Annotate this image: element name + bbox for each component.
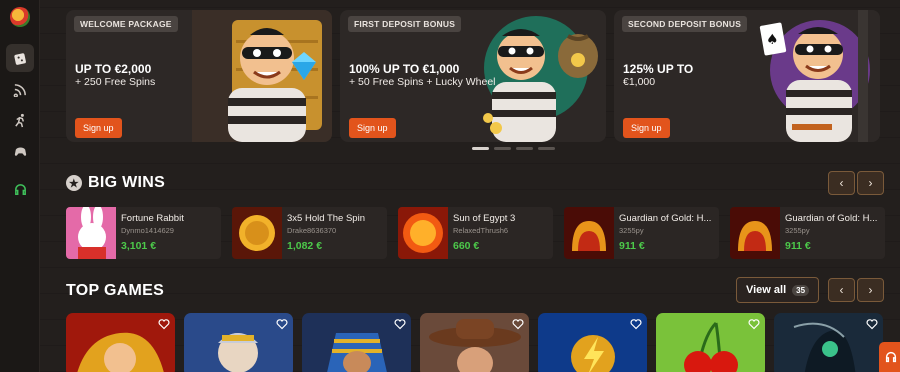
promo-tag: WELCOME PACKAGE bbox=[74, 16, 178, 32]
fortune-rabbit-thumbnail bbox=[66, 207, 116, 259]
headset-icon bbox=[885, 351, 897, 363]
big-win-card[interactable]: Sun of Egypt 3 RelaxedThrush6 660 € bbox=[398, 207, 553, 259]
carousel-dot[interactable] bbox=[516, 147, 533, 150]
favorite-heart-icon[interactable] bbox=[394, 318, 406, 330]
sun-of-egypt-thumbnail bbox=[398, 207, 448, 259]
promo-subtext: €1,000 bbox=[623, 76, 656, 88]
casino-nav-button[interactable] bbox=[6, 44, 34, 72]
promo-card-second-deposit[interactable]: ♠ SECOND DEPOSIT BONUS 125% UP TO €1,000… bbox=[614, 10, 880, 142]
chevron-right-icon: › bbox=[868, 176, 873, 190]
big-wins-next-button[interactable]: › bbox=[857, 171, 884, 195]
win-username: 3255py bbox=[785, 226, 810, 235]
win-game-name: Fortune Rabbit bbox=[121, 213, 184, 224]
big-win-card[interactable]: Guardian of Gold: H... 3255py 911 € bbox=[730, 207, 885, 259]
big-win-card[interactable]: Fortune Rabbit Dynmo1414629 3,101 € bbox=[66, 207, 221, 259]
win-game-name: Guardian of Gold: H... bbox=[785, 213, 878, 224]
game-tile[interactable] bbox=[774, 313, 883, 372]
top-games-prev-button[interactable]: ‹ bbox=[828, 278, 855, 302]
game-tile[interactable] bbox=[302, 313, 411, 372]
svg-text:♠: ♠ bbox=[766, 32, 779, 48]
support-nav-button[interactable] bbox=[6, 175, 34, 203]
view-all-label: View all bbox=[745, 284, 787, 296]
win-username: Dynmo1414629 bbox=[121, 226, 174, 235]
promo-card-welcome[interactable]: WELCOME PACKAGE UP TO €2,000 + 250 Free … bbox=[66, 10, 332, 142]
guardian-of-gold-thumbnail bbox=[730, 207, 780, 259]
favorite-heart-icon[interactable] bbox=[276, 318, 288, 330]
win-amount: 3,101 € bbox=[121, 240, 157, 252]
headset-icon bbox=[14, 183, 26, 195]
running-icon bbox=[14, 113, 24, 127]
promo-headline: UP TO €2,000 bbox=[75, 62, 152, 76]
promo-tag: FIRST DEPOSIT BONUS bbox=[348, 16, 462, 32]
live-casino-nav-button[interactable] bbox=[6, 75, 34, 103]
promo-tag: SECOND DEPOSIT BONUS bbox=[622, 16, 748, 32]
game-tile[interactable] bbox=[538, 313, 647, 372]
win-username: RelaxedThrush6 bbox=[453, 226, 509, 235]
chevron-left-icon: ‹ bbox=[839, 176, 844, 190]
win-amount: 660 € bbox=[453, 240, 480, 252]
promo-card-first-deposit[interactable]: FIRST DEPOSIT BONUS 100% UP TO €1,000 + … bbox=[340, 10, 606, 142]
game-tile[interactable] bbox=[66, 313, 175, 372]
promo-headline: 100% UP TO €1,000 bbox=[349, 62, 460, 76]
big-wins-heading: ★ BIG WINS bbox=[66, 174, 165, 192]
sign-up-button[interactable]: Sign up bbox=[349, 118, 396, 138]
sidebar bbox=[0, 0, 40, 372]
big-wins-list: Fortune Rabbit Dynmo1414629 3,101 € 3x5 … bbox=[66, 207, 900, 259]
win-game-name: Guardian of Gold: H... bbox=[619, 213, 712, 224]
top-games-list bbox=[66, 313, 900, 372]
big-wins-title: BIG WINS bbox=[88, 174, 166, 191]
win-game-name: 3x5 Hold The Spin bbox=[287, 213, 365, 224]
favorite-heart-icon[interactable] bbox=[512, 318, 524, 330]
win-game-name: Sun of Egypt 3 bbox=[453, 213, 516, 224]
logo-icon[interactable] bbox=[10, 7, 30, 27]
gamepad-icon bbox=[14, 147, 26, 156]
top-games-title: TOP GAMES bbox=[66, 282, 165, 299]
sign-up-button[interactable]: Sign up bbox=[623, 118, 670, 138]
win-amount: 911 € bbox=[619, 240, 645, 252]
chevron-left-icon: ‹ bbox=[839, 283, 844, 297]
top-games-next-button[interactable]: › bbox=[857, 278, 884, 302]
win-username: Drake8636370 bbox=[287, 226, 337, 235]
top-games-heading: TOP GAMES bbox=[66, 282, 164, 300]
star-icon: ★ bbox=[66, 175, 82, 191]
guardian-of-gold-thumbnail bbox=[564, 207, 614, 259]
sign-up-button[interactable]: Sign up bbox=[75, 118, 122, 138]
sports-nav-button[interactable] bbox=[6, 106, 34, 134]
promo-subtext: + 250 Free Spins bbox=[75, 76, 156, 88]
hold-the-spin-thumbnail bbox=[232, 207, 282, 259]
esports-nav-button[interactable] bbox=[6, 137, 34, 165]
big-win-card[interactable]: Guardian of Gold: H... 3255py 911 € bbox=[564, 207, 719, 259]
favorite-heart-icon[interactable] bbox=[630, 318, 642, 330]
carousel-dot[interactable] bbox=[494, 147, 511, 150]
dice-icon bbox=[13, 52, 26, 65]
game-tile[interactable] bbox=[420, 313, 529, 372]
promo-headline: 125% UP TO bbox=[623, 62, 694, 76]
view-all-button[interactable]: View all 35 bbox=[736, 277, 819, 303]
favorite-heart-icon[interactable] bbox=[866, 318, 878, 330]
chevron-right-icon: › bbox=[868, 283, 873, 297]
carousel-pagination bbox=[472, 147, 555, 150]
main-content: WELCOME PACKAGE UP TO €2,000 + 250 Free … bbox=[40, 0, 900, 372]
game-tile[interactable] bbox=[656, 313, 765, 372]
big-win-card[interactable]: 3x5 Hold The Spin Drake8636370 1,082 € bbox=[232, 207, 387, 259]
win-amount: 1,082 € bbox=[287, 240, 323, 252]
game-tile[interactable] bbox=[184, 313, 293, 372]
win-username: 3255py bbox=[619, 226, 644, 235]
carousel-dot[interactable] bbox=[538, 147, 555, 150]
carousel-dot[interactable] bbox=[472, 147, 489, 150]
favorite-heart-icon[interactable] bbox=[748, 318, 760, 330]
games-count-badge: 35 bbox=[792, 284, 810, 296]
live-chat-button[interactable] bbox=[879, 342, 900, 372]
big-wins-prev-button[interactable]: ‹ bbox=[828, 171, 855, 195]
promo-carousel: WELCOME PACKAGE UP TO €2,000 + 250 Free … bbox=[66, 10, 900, 142]
win-amount: 911 € bbox=[785, 240, 811, 252]
favorite-heart-icon[interactable] bbox=[158, 318, 170, 330]
promo-subtext: + 50 Free Spins + Lucky Wheel bbox=[349, 76, 496, 88]
live-icon bbox=[13, 83, 26, 97]
